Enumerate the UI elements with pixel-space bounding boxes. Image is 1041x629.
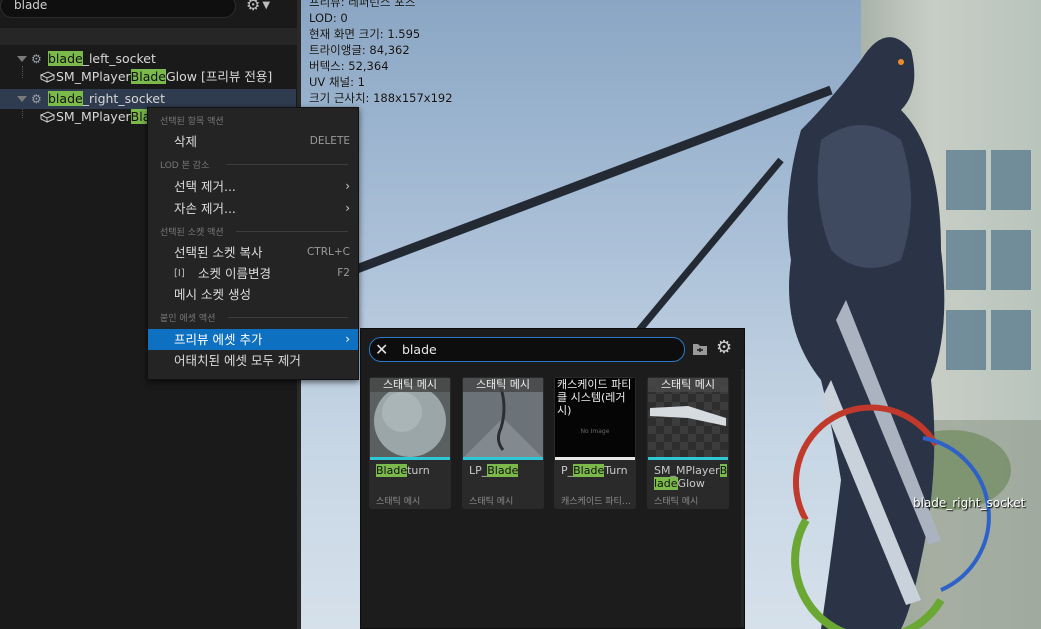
menu-item-copy-sockets[interactable]: 선택된 소켓 복사 CTRL+C bbox=[148, 242, 358, 263]
tree-row-preview-mesh[interactable]: SM_MPlayerBladeGlow [프리뷰 전용] bbox=[0, 67, 296, 87]
asset-picker-submenu: ✕ blade ⚙ 스태틱 메시 Bladeturn 스태틱 메시 스태틱 메시… bbox=[360, 328, 745, 629]
asset-type-badge: 캐스케이드 파티클 시스템(레거시) bbox=[557, 378, 632, 417]
asset-thumbnail: 스태틱 메시 bbox=[370, 378, 450, 458]
shortcut-label: DELETE bbox=[309, 135, 350, 147]
tree-row-label: SM_MPlayerBladeGlow [프리뷰 전용] bbox=[56, 69, 273, 84]
expand-arrow-icon[interactable] bbox=[17, 96, 27, 102]
asset-thumbnail: 스태틱 메시 bbox=[463, 378, 543, 458]
menu-item-remove-all-attached[interactable]: 어태치된 에셋 모두 제거 bbox=[148, 350, 358, 371]
view-options-gear-icon[interactable]: ⚙ bbox=[716, 338, 732, 358]
asset-search-input[interactable]: ✕ blade bbox=[369, 337, 685, 362]
asset-type-badge: 스태틱 메시 bbox=[370, 378, 450, 392]
tree-row-label: blade_left_socket bbox=[48, 51, 156, 66]
stat-line: 트라이앵글: 84,362 bbox=[309, 43, 410, 57]
asset-type-bar bbox=[648, 457, 728, 460]
socket-icon: ⚙ bbox=[31, 92, 42, 106]
folder-icon[interactable] bbox=[692, 342, 708, 356]
socket-label: blade_right_socket bbox=[913, 496, 1026, 510]
asset-type-badge: 스태틱 메시 bbox=[648, 378, 728, 392]
tree-header bbox=[0, 28, 298, 45]
asset-thumbnail: 스태틱 메시 bbox=[648, 378, 728, 458]
submenu-arrow-icon: › bbox=[345, 332, 350, 346]
viewport-stats: 프리뷰: 레퍼런스 포즈 LOD: 0 현재 화면 크기: 1.595 트라이앵… bbox=[309, 0, 453, 106]
stat-line: 크기 근사치: 188x157x192 bbox=[309, 91, 453, 105]
tree-row-label: blade_right_socket bbox=[48, 91, 165, 106]
stat-line: LOD: 0 bbox=[309, 11, 348, 25]
stat-line: 버텍스: 52,364 bbox=[309, 59, 389, 73]
asset-tile[interactable]: 캐스케이드 파티클 시스템(레거시) No Image P_BladeTurn … bbox=[554, 377, 636, 509]
asset-name: SM_MPlayerBladeGlow bbox=[654, 464, 728, 490]
menu-item-remove-children[interactable]: 자손 제거... › bbox=[148, 198, 358, 219]
asset-thumbnail: 캐스케이드 파티클 시스템(레거시) No Image bbox=[555, 378, 635, 458]
asset-type-badge: 스태틱 메시 bbox=[463, 378, 543, 392]
asset-type-label: 스태틱 메시 bbox=[469, 497, 514, 507]
submenu-arrow-icon: › bbox=[345, 201, 350, 215]
asset-name: P_BladeTurn bbox=[561, 464, 628, 477]
stat-line: 현재 화면 크기: 1.595 bbox=[309, 27, 421, 41]
asset-name: Bladeturn bbox=[376, 464, 430, 477]
clear-search-icon[interactable]: ✕ bbox=[375, 340, 388, 360]
section-header: 선택된 항목 액션 bbox=[160, 117, 224, 127]
expand-arrow-icon[interactable] bbox=[17, 56, 27, 62]
tree-row-right-socket[interactable]: ⚙ blade_right_socket bbox=[0, 89, 296, 109]
no-image-placeholder: No Image bbox=[580, 428, 610, 435]
search-input[interactable]: blade bbox=[0, 0, 236, 18]
asset-type-label: 캐스케이드 파티클 시스템 (레거시) bbox=[561, 497, 635, 507]
menu-item-delete[interactable]: 삭제 DELETE bbox=[148, 131, 358, 152]
asset-type-bar bbox=[555, 457, 635, 460]
asset-type-bar bbox=[370, 457, 450, 460]
search-row: blade ⚙ ▼ bbox=[0, 0, 298, 20]
rename-icon: [I] bbox=[174, 268, 185, 279]
socket-icon: ⚙ bbox=[31, 52, 42, 66]
menu-item-add-preview-asset[interactable]: 프리뷰 에셋 추가 › bbox=[148, 329, 358, 350]
divider bbox=[236, 231, 348, 232]
chevron-down-icon: ▼ bbox=[262, 0, 271, 11]
section-header: LOD 본 감소 bbox=[160, 161, 210, 171]
asset-tile[interactable]: 스태틱 메시 LP_Blade 스태틱 메시 bbox=[462, 377, 544, 509]
asset-list-scrollbar[interactable] bbox=[741, 369, 744, 627]
divider bbox=[228, 317, 348, 318]
stat-line: 프리뷰: 레퍼런스 포즈 bbox=[309, 0, 416, 9]
asset-name: LP_Blade bbox=[469, 464, 519, 477]
tree-row-label: SM_MPlayerBla bbox=[56, 109, 151, 124]
menu-item-create-mesh-socket[interactable]: 메시 소켓 생성 bbox=[148, 284, 358, 305]
context-menu: 선택된 항목 액션 삭제 DELETE LOD 본 감소 선택 제거... › 자손… bbox=[147, 107, 359, 380]
gear-icon: ⚙ bbox=[246, 0, 261, 14]
divider bbox=[226, 164, 348, 165]
asset-tile[interactable]: 스태틱 메시 SM_MPlayerBladeGlow 스태틱 메시 bbox=[647, 377, 729, 509]
shortcut-label: CTRL+C bbox=[306, 246, 350, 258]
asset-tile[interactable]: 스태틱 메시 Bladeturn 스태틱 메시 bbox=[369, 377, 451, 509]
stat-line: UV 채널: 1 bbox=[309, 75, 365, 89]
static-mesh-icon bbox=[40, 111, 55, 123]
section-header: 선택된 소켓 액션 bbox=[160, 228, 224, 238]
asset-type-label: 스태틱 메시 bbox=[654, 497, 699, 507]
section-header: 붙인 에셋 액션 bbox=[160, 314, 216, 324]
tree-row-left-socket[interactable]: ⚙ blade_left_socket bbox=[0, 49, 296, 69]
asset-type-label: 스태틱 메시 bbox=[376, 497, 421, 507]
menu-item-rename-socket[interactable]: [I] 소켓 이름변경 F2 bbox=[148, 263, 358, 284]
static-mesh-icon bbox=[40, 71, 55, 83]
menu-item-remove-selected[interactable]: 선택 제거... › bbox=[148, 176, 358, 197]
settings-button[interactable]: ⚙ ▼ bbox=[246, 0, 282, 14]
submenu-arrow-icon: › bbox=[345, 179, 350, 193]
shortcut-label: F2 bbox=[337, 267, 350, 279]
asset-type-bar bbox=[463, 457, 543, 460]
